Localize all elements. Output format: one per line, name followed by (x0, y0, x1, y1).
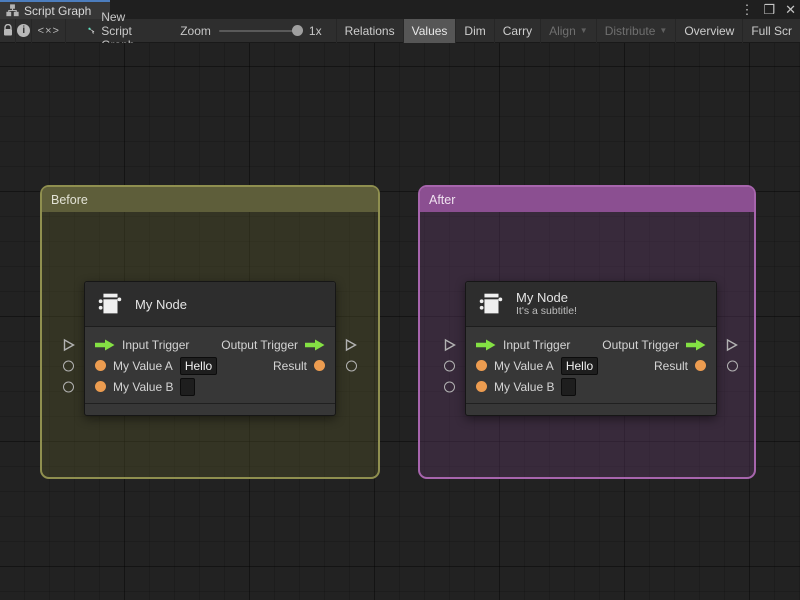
node-row-trigger: Input Trigger Output Trigger (63, 334, 357, 355)
node-header[interactable]: My Node It's a subtitle! (466, 282, 716, 327)
value-a-label: My Value A (113, 358, 173, 373)
result-label: Result (272, 358, 307, 373)
script-graph-icon (6, 4, 19, 17)
zoom-label: Zoom (180, 23, 211, 38)
value-b-field[interactable] (561, 377, 577, 396)
flow-input-icon[interactable] (476, 339, 496, 351)
node-title: My Node (135, 296, 188, 312)
toolbar-buttons: Relations Values Dim Carry Align ▼ Distr… (335, 18, 800, 43)
node-my-node-before[interactable]: My Node Input Trigger Output Trigger My … (63, 281, 357, 416)
value-a-field[interactable]: Hello (560, 356, 599, 375)
value-a-field[interactable]: Hello (179, 356, 218, 375)
node-my-node-after[interactable]: My Node It's a subtitle! Input Trigger O… (444, 281, 738, 416)
group-before-title: Before (51, 192, 88, 207)
flow-input-icon[interactable] (95, 339, 115, 351)
align-label: Align (549, 23, 576, 38)
node-row-value-a: My Value A Hello Result (444, 355, 738, 376)
fullscreen-button[interactable]: Full Scr (742, 18, 800, 43)
node-row-value-b: My Value B (444, 376, 716, 397)
output-trigger-label: Output Trigger (602, 337, 679, 352)
value-a-port-dot[interactable] (95, 360, 106, 371)
value-b-label: My Value B (494, 379, 555, 394)
output-trigger-label: Output Trigger (221, 337, 298, 352)
lock-button[interactable] (0, 18, 17, 43)
node-body: Input Trigger Output Trigger My Value A (444, 327, 738, 403)
node-header[interactable]: My Node (85, 282, 335, 327)
overview-label: Overview (684, 23, 735, 38)
distribute-label: Distribute (604, 23, 656, 38)
flow-output-icon[interactable] (305, 339, 325, 351)
tab-label: Script Graph (24, 3, 92, 18)
ext-value-a-port[interactable] (444, 360, 455, 371)
node-subtitle: It's a subtitle! (516, 305, 577, 317)
value-b-port-dot[interactable] (95, 381, 106, 392)
carry-label: Carry (502, 23, 533, 38)
node-row-value-b: My Value B (63, 376, 335, 397)
flow-output-icon[interactable] (686, 339, 706, 351)
code-preview-button[interactable]: <×> (32, 18, 67, 43)
fullscreen-label: Full Scr (751, 23, 792, 38)
zoom-value: 1x (308, 23, 322, 38)
value-a-label: My Value A (494, 358, 554, 373)
value-a-port-dot[interactable] (476, 360, 487, 371)
window-controls: ⋮ ❒ ✕ (740, 0, 796, 19)
maximize-icon[interactable]: ❒ (763, 0, 775, 19)
graph-canvas[interactable]: Before After My Node Input Trigger Outpu… (0, 43, 800, 600)
lock-icon (3, 24, 12, 36)
relations-button[interactable]: Relations (335, 18, 403, 43)
ext-value-b-port[interactable] (63, 381, 74, 392)
ext-result-port[interactable] (346, 360, 357, 371)
distribute-button[interactable]: Distribute ▼ (595, 18, 676, 43)
ext-flow-input-port[interactable] (63, 338, 75, 351)
close-icon[interactable]: ✕ (785, 0, 796, 19)
input-trigger-label: Input Trigger (122, 337, 190, 352)
ext-result-port[interactable] (727, 360, 738, 371)
values-label: Values (411, 23, 448, 38)
ext-flow-input-port[interactable] (444, 338, 456, 351)
info-icon: i (17, 24, 31, 37)
value-b-port-dot[interactable] (476, 381, 487, 392)
graph-pointer-icon (88, 27, 95, 34)
carry-button[interactable]: Carry (493, 18, 540, 43)
script-graph-window: Script Graph ⋮ ❒ ✕ i <×> New Script Zoom… (0, 0, 800, 600)
align-button[interactable]: Align ▼ (540, 18, 596, 43)
value-b-field[interactable] (180, 377, 196, 396)
node-title: My Node (516, 290, 569, 305)
overview-button[interactable]: Overview (675, 18, 742, 43)
zoom-control: Zoom 1x (180, 24, 321, 38)
node-row-value-a: My Value A Hello Result (63, 355, 357, 376)
group-after-title: After (429, 192, 456, 207)
kebab-menu-icon[interactable]: ⋮ (740, 0, 753, 19)
dim-label: Dim (464, 23, 486, 38)
ext-value-b-port[interactable] (444, 381, 455, 392)
node-icon (98, 293, 122, 314)
group-after-header[interactable]: After (420, 187, 754, 212)
result-port-dot[interactable] (695, 360, 706, 371)
relations-label: Relations (344, 23, 395, 38)
node-body: Input Trigger Output Trigger My Value A (63, 327, 357, 403)
chevron-down-icon: ▼ (659, 26, 668, 35)
values-button[interactable]: Values (402, 18, 456, 43)
value-b-label: My Value B (113, 379, 174, 394)
node-row-trigger: Input Trigger Output Trigger (444, 334, 738, 355)
toolbar: i <×> New Script Graph Zoom 1x Relations (0, 10, 800, 52)
group-before-header[interactable]: Before (42, 187, 378, 212)
ext-flow-output-port[interactable] (726, 338, 738, 351)
ext-flow-output-port[interactable] (345, 338, 357, 351)
node-icon (479, 293, 503, 314)
result-port-dot[interactable] (314, 360, 325, 371)
node-footer (85, 403, 335, 415)
zoom-slider-handle[interactable] (291, 24, 303, 36)
code-icon: <×> (37, 24, 60, 37)
ext-value-a-port[interactable] (63, 360, 74, 371)
result-label: Result (653, 358, 688, 373)
info-button[interactable]: i (16, 18, 33, 43)
dim-button[interactable]: Dim (455, 18, 493, 43)
input-trigger-label: Input Trigger (503, 337, 571, 352)
chevron-down-icon: ▼ (579, 26, 588, 35)
zoom-slider[interactable] (218, 24, 303, 36)
node-footer (466, 403, 716, 415)
